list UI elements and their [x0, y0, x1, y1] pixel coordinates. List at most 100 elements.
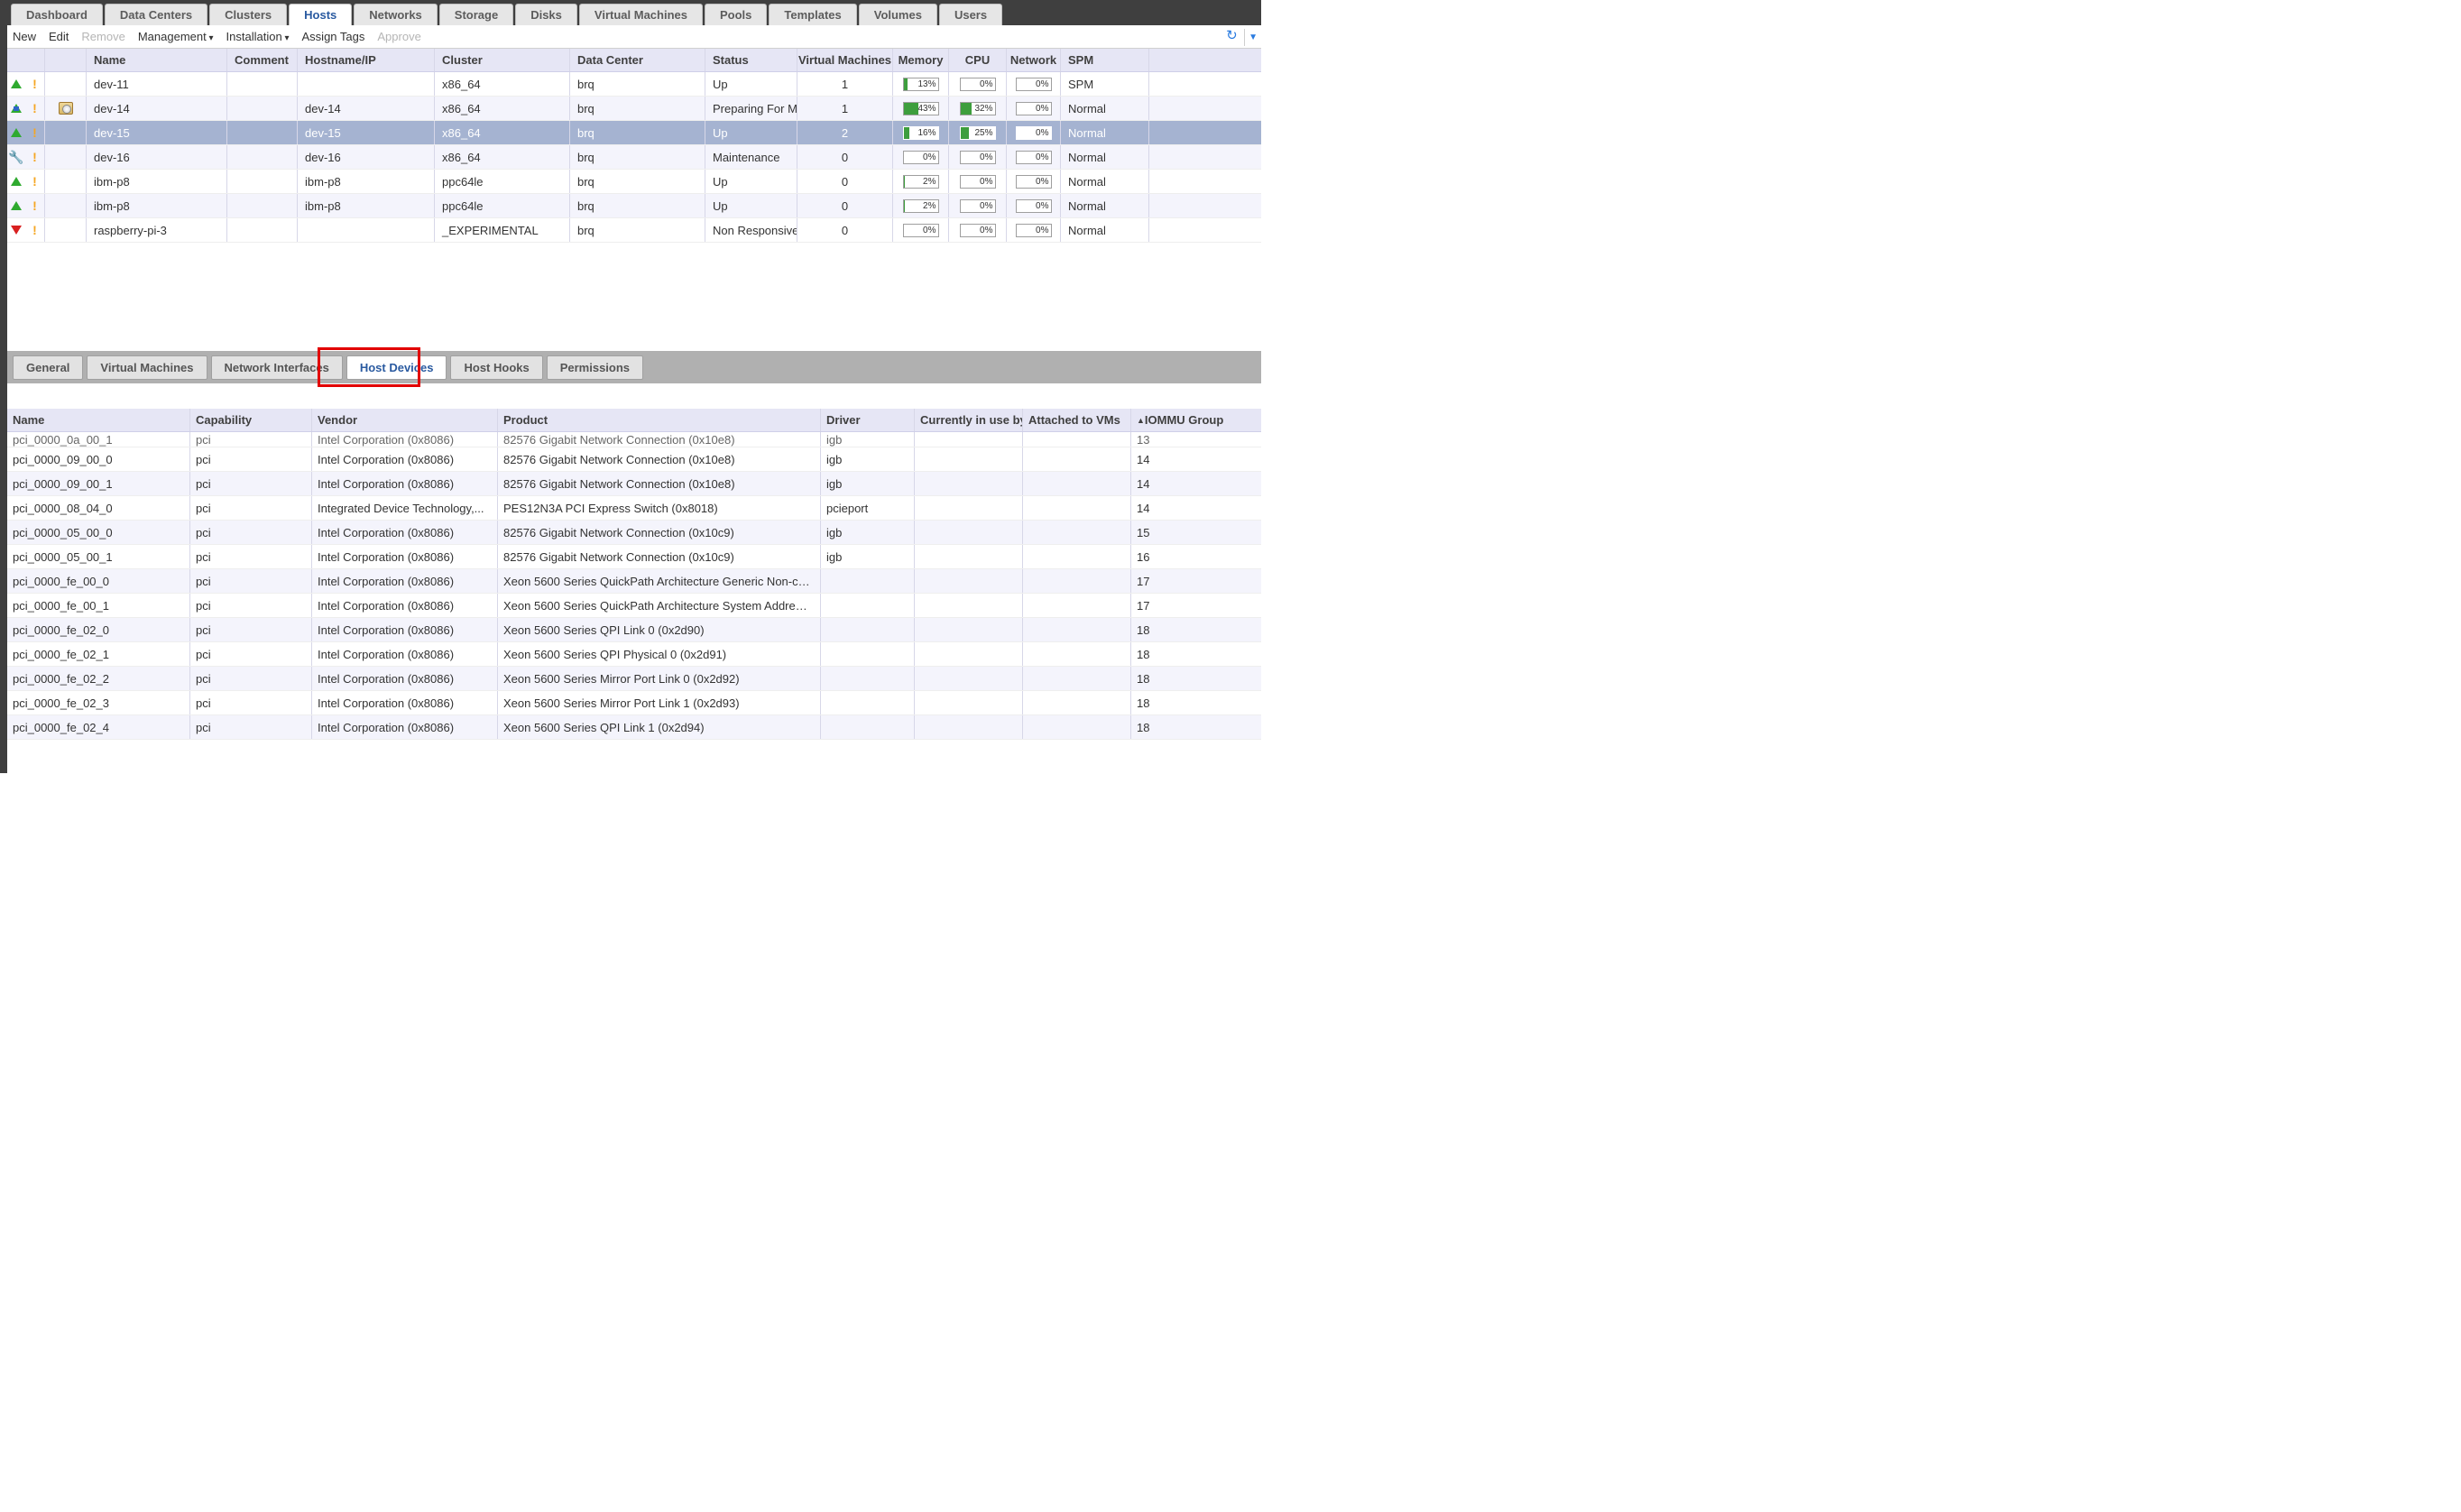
dev-name: pci_0000_09_00_1 [7, 472, 190, 495]
main-tab-virtual-machines[interactable]: Virtual Machines [579, 4, 703, 25]
device-row[interactable]: pci_0000_09_00_0pciIntel Corporation (0x… [7, 447, 1261, 472]
host-cluster: _EXPERIMENTAL [435, 218, 570, 242]
device-row[interactable]: pci_0000_05_00_1pciIntel Corporation (0x… [7, 545, 1261, 569]
wrench-icon: 🔧 [8, 150, 23, 165]
col-dev-inuseby[interactable]: Currently in use by [915, 409, 1023, 431]
host-row[interactable]: !ibm-p8ibm-p8ppc64lebrqUp02%0%0%Normal [7, 170, 1261, 194]
detail-tab-host-hooks[interactable]: Host Hooks [450, 355, 542, 380]
dev-name: pci_0000_fe_02_3 [7, 691, 190, 715]
detail-tab-network-interfaces[interactable]: Network Interfaces [211, 355, 343, 380]
detail-tab-virtual-machines[interactable]: Virtual Machines [87, 355, 207, 380]
col-datacenter[interactable]: Data Center [570, 49, 705, 71]
device-row[interactable]: pci_0000_fe_02_3pciIntel Corporation (0x… [7, 691, 1261, 715]
dev-capability: pci [190, 715, 312, 739]
host-cluster: x86_64 [435, 72, 570, 96]
host-name: ibm-p8 [87, 194, 227, 217]
host-name: dev-11 [87, 72, 227, 96]
main-tab-hosts[interactable]: Hosts [289, 4, 352, 25]
col-dev-attached[interactable]: Attached to VMs [1023, 409, 1131, 431]
col-status[interactable]: Status [705, 49, 797, 71]
percent-gauge: 2% [903, 175, 939, 189]
device-row[interactable]: pci_0000_05_00_0pciIntel Corporation (0x… [7, 521, 1261, 545]
main-tab-disks[interactable]: Disks [515, 4, 577, 25]
main-tab-users[interactable]: Users [939, 4, 1002, 25]
col-dev-driver[interactable]: Driver [821, 409, 915, 431]
device-row[interactable]: pci_0000_fe_02_1pciIntel Corporation (0x… [7, 642, 1261, 667]
percent-gauge: 0% [960, 78, 996, 91]
dev-inuseby [915, 432, 1023, 447]
host-dc: brq [570, 170, 705, 193]
col-dev-vendor[interactable]: Vendor [312, 409, 498, 431]
dev-attached [1023, 667, 1131, 690]
host-row[interactable]: !raspberry-pi-3_EXPERIMENTALbrqNon Respo… [7, 218, 1261, 243]
device-row[interactable]: pci_0000_fe_02_0pciIntel Corporation (0x… [7, 618, 1261, 642]
main-tab-clusters[interactable]: Clusters [209, 4, 287, 25]
host-spm: Normal [1061, 218, 1149, 242]
col-network[interactable]: Network [1007, 49, 1061, 71]
dev-driver: igb [821, 432, 915, 447]
remove-button[interactable]: Remove [81, 30, 124, 43]
device-row[interactable]: pci_0000_fe_00_1pciIntel Corporation (0x… [7, 594, 1261, 618]
device-row[interactable]: pci_0000_fe_00_0pciIntel Corporation (0x… [7, 569, 1261, 594]
main-tab-networks[interactable]: Networks [354, 4, 438, 25]
device-row[interactable]: pci_0000_09_00_1pciIntel Corporation (0x… [7, 472, 1261, 496]
device-row[interactable]: pci_0000_08_04_0pciIntegrated Device Tec… [7, 496, 1261, 521]
dev-product: Xeon 5600 Series Mirror Port Link 0 (0x2… [498, 667, 821, 690]
dev-vendor: Intel Corporation (0x8086) [312, 618, 498, 641]
main-tab-templates[interactable]: Templates [769, 4, 856, 25]
dev-driver [821, 642, 915, 666]
dev-iommu: 13 [1131, 432, 1261, 447]
col-dev-iommu[interactable]: IOMMU Group [1131, 409, 1261, 431]
detail-tab-general[interactable]: General [13, 355, 83, 380]
host-row[interactable]: !dev-15dev-15x86_64brqUp216%25%0%Normal [7, 121, 1261, 145]
col-name[interactable]: Name [87, 49, 227, 71]
main-tab-pools[interactable]: Pools [705, 4, 767, 25]
device-row[interactable]: pci_0000_fe_02_4pciIntel Corporation (0x… [7, 715, 1261, 740]
percent-gauge: 0% [1016, 126, 1052, 140]
approve-button[interactable]: Approve [377, 30, 420, 43]
dev-driver: igb [821, 472, 915, 495]
host-dc: brq [570, 145, 705, 169]
dev-inuseby [915, 594, 1023, 617]
installation-menu[interactable]: Installation [226, 30, 290, 43]
host-spm: Normal [1061, 121, 1149, 144]
detail-tab-permissions[interactable]: Permissions [547, 355, 643, 380]
host-row[interactable]: !dev-11x86_64brqUp113%0%0%SPM [7, 72, 1261, 97]
dev-vendor: Intel Corporation (0x8086) [312, 432, 498, 447]
col-dev-product[interactable]: Product [498, 409, 821, 431]
col-spm[interactable]: SPM [1061, 49, 1149, 71]
col-hostname[interactable]: Hostname/IP [298, 49, 435, 71]
col-memory[interactable]: Memory [893, 49, 949, 71]
detail-tab-host-devices[interactable]: Host Devices [346, 355, 447, 380]
management-menu[interactable]: Management [138, 30, 214, 43]
dev-capability: pci [190, 569, 312, 593]
host-row[interactable]: 🔧!dev-16dev-16x86_64brqMaintenance00%0%0… [7, 145, 1261, 170]
assign-tags-button[interactable]: Assign Tags [302, 30, 365, 43]
main-tab-storage[interactable]: Storage [439, 4, 513, 25]
col-cluster[interactable]: Cluster [435, 49, 570, 71]
col-cpu[interactable]: CPU [949, 49, 1007, 71]
dev-inuseby [915, 691, 1023, 715]
col-dev-capability[interactable]: Capability [190, 409, 312, 431]
dev-inuseby [915, 642, 1023, 666]
col-comment[interactable]: Comment [227, 49, 298, 71]
main-tab-volumes[interactable]: Volumes [859, 4, 937, 25]
col-dev-name[interactable]: Name [7, 409, 190, 431]
device-row[interactable]: pci_0000_0a_00_1pciIntel Corporation (0x… [7, 432, 1261, 447]
refresh-dropdown-icon[interactable]: ▼ [1249, 32, 1258, 42]
col-vms[interactable]: Virtual Machines [797, 49, 893, 71]
percent-gauge: 0% [960, 224, 996, 237]
host-status: Maintenance [705, 145, 797, 169]
main-tab-data-centers[interactable]: Data Centers [105, 4, 207, 25]
new-button[interactable]: New [13, 30, 36, 43]
detail-tabs: GeneralVirtual MachinesNetwork Interface… [7, 351, 1261, 383]
edit-button[interactable]: Edit [49, 30, 69, 43]
percent-gauge: 43% [903, 102, 939, 115]
host-vms: 0 [797, 194, 893, 217]
main-tab-dashboard[interactable]: Dashboard [11, 4, 103, 25]
device-row[interactable]: pci_0000_fe_02_2pciIntel Corporation (0x… [7, 667, 1261, 691]
refresh-icon[interactable] [1226, 30, 1240, 44]
host-row[interactable]: !dev-14dev-14x86_64brqPreparing For Ma14… [7, 97, 1261, 121]
host-row[interactable]: !ibm-p8ibm-p8ppc64lebrqUp02%0%0%Normal [7, 194, 1261, 218]
dev-attached [1023, 618, 1131, 641]
